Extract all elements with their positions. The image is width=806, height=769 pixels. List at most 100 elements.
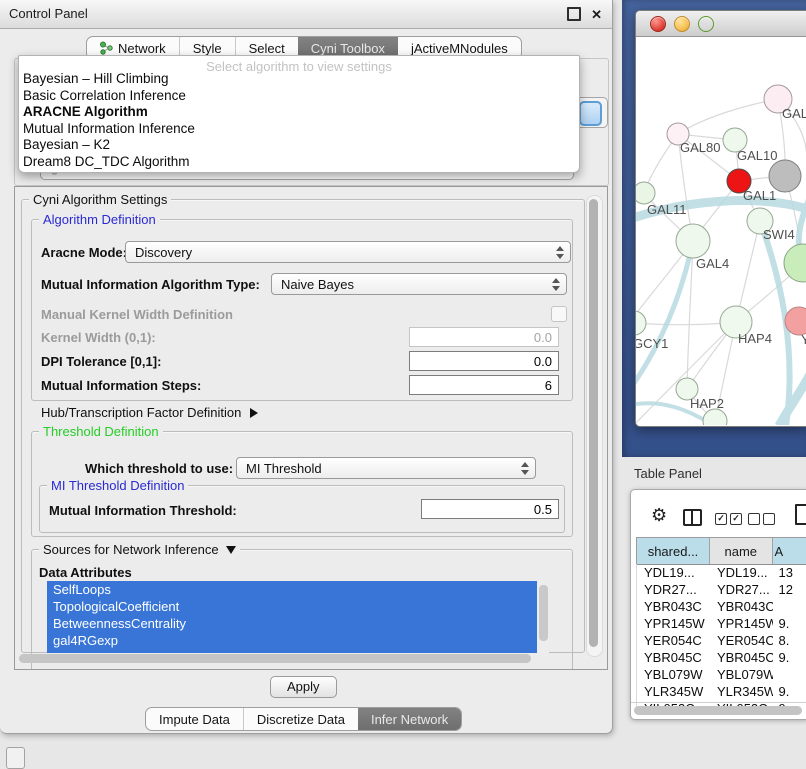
vertical-scrollbar-track[interactable] xyxy=(586,195,603,657)
node-label: HAP4 xyxy=(738,331,772,346)
collapsed-arrow-icon xyxy=(250,408,258,418)
table-cell: YDR27... xyxy=(637,581,710,598)
attribute-item-betweennesscentrality[interactable]: BetweennessCentrality xyxy=(47,615,549,632)
table-cell: YBR045C xyxy=(710,649,773,666)
table-row[interactable]: YBR045CYBR045C9. xyxy=(637,649,806,666)
column-header-name[interactable]: name xyxy=(710,538,772,564)
data-attributes-label: Data Attributes xyxy=(39,565,132,580)
data-attributes-list[interactable]: SelfLoopsTopologicalCoefficientBetweenne… xyxy=(47,581,549,653)
minimize-traffic-light-icon[interactable] xyxy=(674,16,690,32)
table-cell: YBR043C xyxy=(710,598,773,615)
attribute-item-topologicalcoefficient[interactable]: TopologicalCoefficient xyxy=(47,598,549,615)
node-label: HAP2 xyxy=(690,396,724,411)
table-cell: 13 xyxy=(773,564,806,581)
tab-infer-network[interactable]: Infer Network xyxy=(358,708,461,730)
which-threshold-select[interactable]: MI Threshold xyxy=(236,457,536,479)
table-horizontal-scrollbar[interactable] xyxy=(634,706,802,715)
attribute-item-gal4rgexp[interactable]: gal4RGexp xyxy=(47,632,549,649)
document-icon[interactable] xyxy=(795,504,806,525)
node-label: GAL11 xyxy=(647,202,687,217)
kernel-width-field: 0.0 xyxy=(409,327,559,347)
mi-algorithm-type-select[interactable]: Naive Bayes xyxy=(271,273,567,295)
table-row[interactable]: YDR27...YDR27...12 xyxy=(637,581,806,598)
attribute-item-selfloops[interactable]: SelfLoops xyxy=(47,581,549,598)
table-row[interactable]: YLR345WYLR345W9. xyxy=(637,683,806,700)
algorithm-option-aracne-algorithm[interactable]: ARACNE Algorithm xyxy=(23,104,575,121)
algorithm-option-dream8-dc-tdc-algorithm[interactable]: Dream8 DC_TDC Algorithm xyxy=(23,154,575,171)
split-columns-icon[interactable] xyxy=(683,509,702,526)
network-canvas[interactable]: GALGAL80GAL10GAL1GAL11GAL4SWI4GCY1HAP4YH… xyxy=(636,37,806,425)
network-view-window[interactable]: GALGAL80GAL10GAL1GAL11GAL4SWI4GCY1HAP4YH… xyxy=(635,10,806,427)
table-cell: YER054C xyxy=(637,632,710,649)
node-label: Y xyxy=(801,332,806,347)
table-row[interactable]: YBL079WYBL079W xyxy=(637,666,806,683)
table-cell: YBL079W xyxy=(710,666,773,683)
table-cell: YLR345W xyxy=(637,683,710,700)
table-cell: YLR345W xyxy=(710,683,773,700)
mi-algorithm-type-label: Mutual Information Algorithm Type: xyxy=(41,277,260,292)
table-row[interactable]: YER054CYER054C8. xyxy=(637,632,806,649)
tab-discretize-data[interactable]: Discretize Data xyxy=(243,708,358,730)
unchecked-pair-icon[interactable] xyxy=(748,513,775,525)
algorithm-definition-title: Algorithm Definition xyxy=(39,212,160,227)
network-window-titlebar xyxy=(636,11,806,37)
stepper-arrows-icon xyxy=(521,462,529,475)
dpi-tolerance-field[interactable]: 0.0 xyxy=(409,351,559,371)
tab-label: Cyni Toolbox xyxy=(311,41,385,56)
tab-label: Select xyxy=(249,41,285,56)
algorithm-option-mutual-information-inference[interactable]: Mutual Information Inference xyxy=(23,121,575,138)
mi-steps-field[interactable]: 6 xyxy=(409,375,559,395)
table-cell: YDL19... xyxy=(710,564,773,581)
network-node[interactable] xyxy=(769,160,801,192)
mi-threshold-group-title: MI Threshold Definition xyxy=(47,478,188,493)
checked-pair-icon[interactable]: ✓✓ xyxy=(715,513,742,525)
gear-icon[interactable]: ⚙ xyxy=(651,505,667,526)
table-row[interactable]: YBR043CYBR043C xyxy=(637,598,806,615)
close-icon[interactable]: ✕ xyxy=(591,8,602,21)
threshold-definition-title: Threshold Definition xyxy=(39,424,163,439)
aracne-mode-label: Aracne Mode: xyxy=(41,245,127,260)
sources-group-title[interactable]: Sources for Network Inference xyxy=(39,542,240,557)
tab-label: Network xyxy=(118,41,166,56)
network-node[interactable] xyxy=(703,409,727,425)
cyni-settings-title: Cyni Algorithm Settings xyxy=(29,192,171,207)
tab-label: Impute Data xyxy=(159,712,230,727)
collapsed-panel-stub-icon[interactable] xyxy=(6,747,25,769)
table-row[interactable]: YPR145WYPR145W9. xyxy=(637,615,806,632)
horizontal-scrollbar-thumb[interactable] xyxy=(19,654,531,663)
network-node-gcy1[interactable] xyxy=(636,311,646,335)
network-node[interactable] xyxy=(784,244,806,282)
node-label: GCY1 xyxy=(636,336,668,351)
float-window-icon[interactable] xyxy=(567,7,581,21)
table-cell: YPR145W xyxy=(710,615,773,632)
expanded-arrow-icon xyxy=(226,546,236,554)
network-node-gal4[interactable] xyxy=(676,224,710,258)
algorithm-option-bayesian-hill-climbing[interactable]: Bayesian – Hill Climbing xyxy=(23,71,575,88)
table-divider xyxy=(631,702,806,703)
list-scrollbar-track[interactable] xyxy=(537,581,549,653)
algorithm-option-bayesian-k2[interactable]: Bayesian – K2 xyxy=(23,137,575,154)
node-label: GAL10 xyxy=(737,148,777,163)
column-header-shared[interactable]: shared... xyxy=(637,538,710,564)
which-threshold-label: Which threshold to use: xyxy=(85,461,233,476)
table-cell: 9. xyxy=(773,649,806,666)
table-row[interactable]: YDL19...YDL19...13 xyxy=(637,564,806,581)
zoom-traffic-light-icon[interactable] xyxy=(698,16,714,32)
hub-definition-toggle[interactable]: Hub/Transcription Factor Definition xyxy=(41,405,258,420)
apply-button[interactable]: Apply xyxy=(270,676,337,698)
vertical-scrollbar-thumb[interactable] xyxy=(589,199,598,647)
table-cell: YPR145W xyxy=(637,615,710,632)
column-header-a[interactable]: A xyxy=(773,538,806,564)
network-node-gal11[interactable] xyxy=(636,182,655,204)
table-cell: 12 xyxy=(773,581,806,598)
mi-threshold-field[interactable]: 0.5 xyxy=(421,499,559,519)
aracne-mode-select[interactable]: Discovery xyxy=(125,241,571,263)
table-cell: YBR045C xyxy=(637,649,710,666)
list-scrollbar-thumb[interactable] xyxy=(539,585,548,641)
tab-impute-data[interactable]: Impute Data xyxy=(146,708,243,730)
table-cell xyxy=(773,598,806,615)
algorithm-option-basic-correlation-inference[interactable]: Basic Correlation Inference xyxy=(23,88,575,105)
mi-threshold-label: Mutual Information Threshold: xyxy=(49,503,237,518)
close-traffic-light-icon[interactable] xyxy=(650,16,666,32)
manual-kernel-checkbox[interactable] xyxy=(551,306,567,322)
